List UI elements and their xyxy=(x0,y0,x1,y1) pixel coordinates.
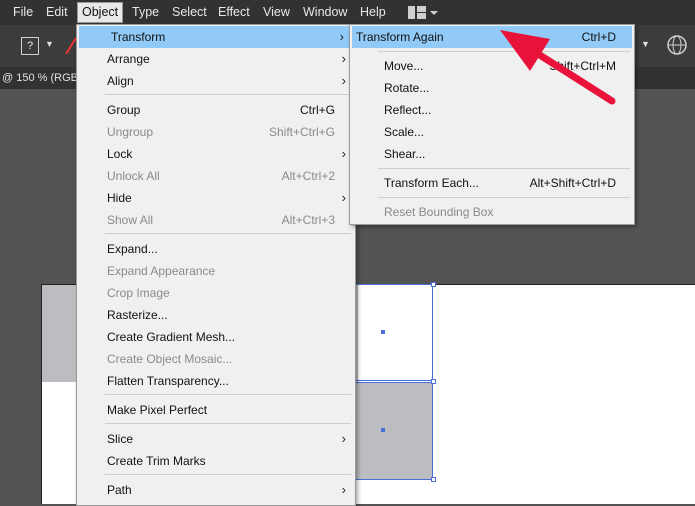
resize-handle[interactable] xyxy=(431,282,436,287)
menu-help[interactable]: Help xyxy=(360,0,386,25)
menu-separator xyxy=(105,394,351,395)
menu-item-make-pixel-perfect[interactable]: Make Pixel Perfect xyxy=(77,399,355,421)
globe-icon[interactable] xyxy=(666,34,688,56)
menu-separator xyxy=(105,423,351,424)
menu-item-rasterize[interactable]: Rasterize... xyxy=(77,304,355,326)
menu-item-ungroup: Ungroup Shift+Ctrl+G xyxy=(107,125,335,139)
menu-item-transform-each[interactable]: Transform Each... Alt+Shift+Ctrl+D xyxy=(350,172,634,194)
document-tab[interactable]: @ 150 % (RGB/ xyxy=(0,67,81,89)
menu-select[interactable]: Select xyxy=(172,0,207,25)
menu-separator xyxy=(105,474,351,475)
menu-item-crop-image: Crop Image xyxy=(107,286,170,300)
menu-item-slice[interactable]: Slice › xyxy=(77,428,355,450)
menu-item-unlock-all: Unlock All Alt+Ctrl+2 xyxy=(107,169,335,183)
menu-view[interactable]: View xyxy=(263,0,290,25)
chevron-right-icon: › xyxy=(341,482,346,497)
menu-item-show-all: Show All Alt+Ctrl+3 xyxy=(107,213,335,227)
object-menu: Transform › Arrange › Align › Group Ctrl… xyxy=(76,24,356,506)
center-point xyxy=(381,428,385,432)
menu-item-scale[interactable]: Scale... xyxy=(350,121,634,143)
annotation-arrow-icon xyxy=(500,30,616,105)
menu-separator xyxy=(378,197,630,198)
workspace-layout-icon[interactable] xyxy=(408,6,438,19)
help-button[interactable]: ? xyxy=(21,37,39,55)
chevron-right-icon: › xyxy=(341,51,346,66)
chevron-down-icon[interactable]: ▼ xyxy=(45,39,54,49)
menu-type[interactable]: Type xyxy=(132,0,159,25)
resize-handle[interactable] xyxy=(431,477,436,482)
center-point xyxy=(381,330,385,334)
chevron-right-icon: › xyxy=(341,190,346,205)
menu-item-create-object-mosaic: Create Object Mosaic... xyxy=(107,352,233,366)
menu-item-expand[interactable]: Expand... xyxy=(77,238,355,260)
menu-separator xyxy=(378,168,630,169)
menu-item-hide[interactable]: Hide › xyxy=(77,187,355,209)
menu-item-shear[interactable]: Shear... xyxy=(350,143,634,165)
menu-bar: File Edit Object Type Select Effect View… xyxy=(0,0,695,25)
chevron-right-icon: › xyxy=(341,73,346,88)
menu-item-expand-appearance: Expand Appearance xyxy=(107,264,216,278)
resize-handle[interactable] xyxy=(431,379,436,384)
chevron-right-icon: › xyxy=(341,431,346,446)
menu-item-align[interactable]: Align › xyxy=(77,70,355,92)
menu-item-path[interactable]: Path › xyxy=(77,479,355,501)
chevron-right-icon: › xyxy=(341,146,346,161)
menu-edit[interactable]: Edit xyxy=(46,0,68,25)
menu-item-reset-bounding-box: Reset Bounding Box xyxy=(384,205,494,219)
menu-object[interactable]: Object xyxy=(77,2,124,23)
chevron-right-icon: › xyxy=(339,29,344,44)
menu-item-create-gradient-mesh[interactable]: Create Gradient Mesh... xyxy=(77,326,355,348)
menu-item-group[interactable]: Group Ctrl+G xyxy=(77,99,355,121)
menu-item-create-trim-marks[interactable]: Create Trim Marks xyxy=(77,450,355,472)
menu-file[interactable]: File xyxy=(13,0,33,25)
menu-item-lock[interactable]: Lock › xyxy=(77,143,355,165)
menu-effect[interactable]: Effect xyxy=(218,0,250,25)
menu-window[interactable]: Window xyxy=(303,0,347,25)
menu-separator xyxy=(105,233,351,234)
menu-item-flatten-transparency[interactable]: Flatten Transparency... xyxy=(77,370,355,392)
menu-separator xyxy=(105,94,351,95)
menu-item-arrange[interactable]: Arrange › xyxy=(77,48,355,70)
chevron-down-icon[interactable]: ▼ xyxy=(641,39,650,49)
menu-item-transform[interactable]: Transform › xyxy=(79,26,353,48)
